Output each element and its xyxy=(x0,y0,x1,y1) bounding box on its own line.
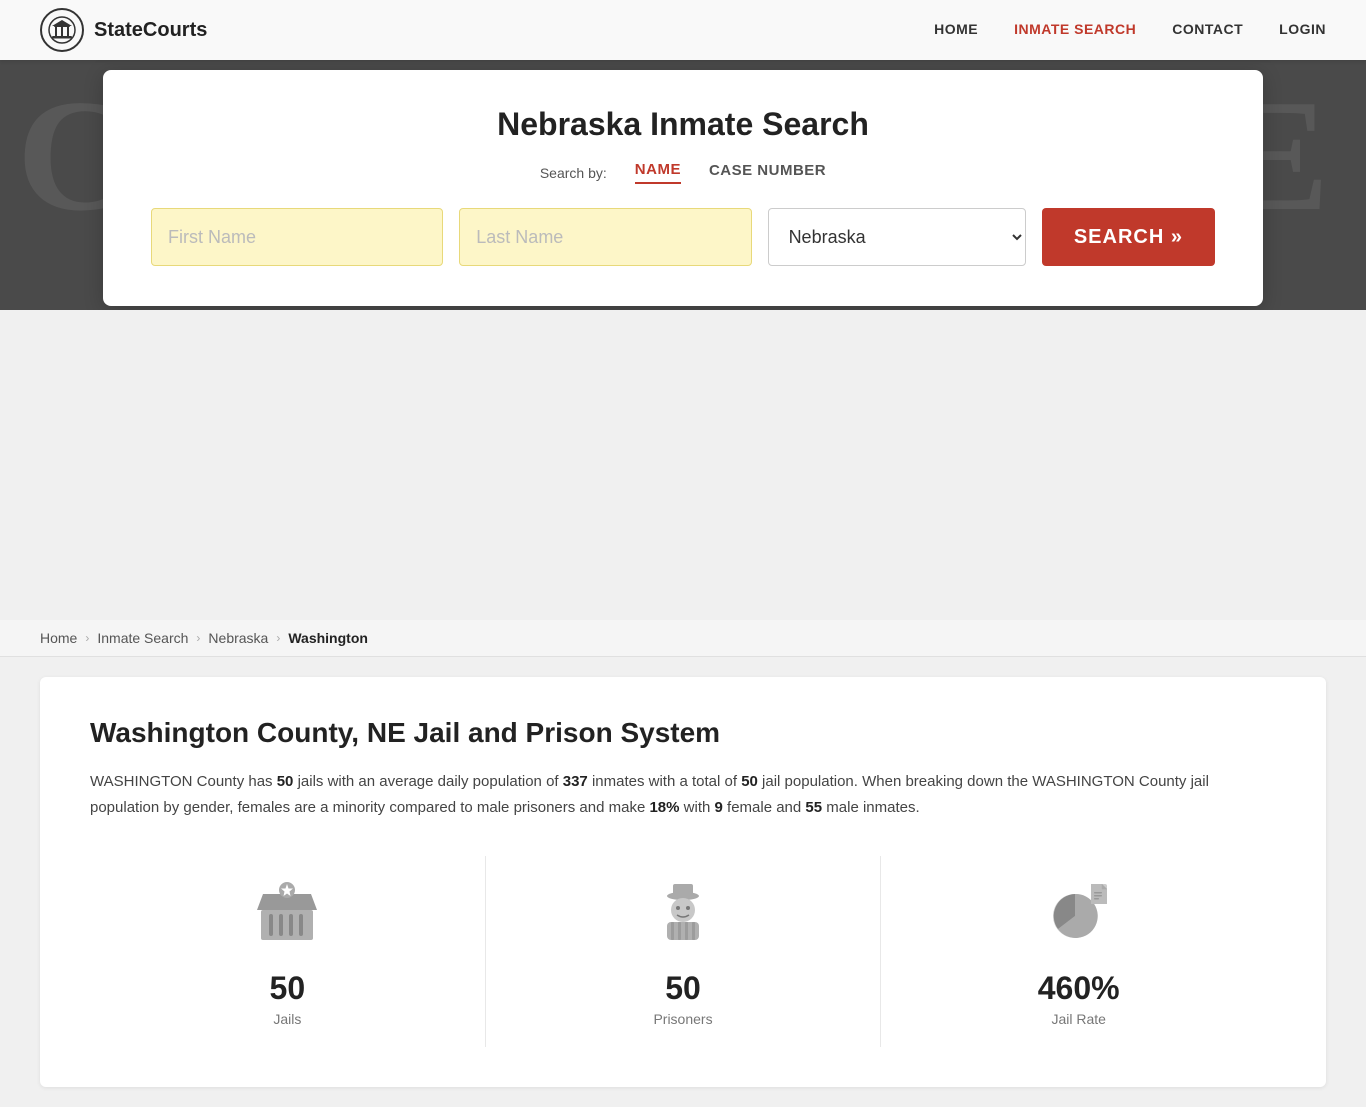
navbar: StateCourts HOME INMATE SEARCH CONTACT L… xyxy=(0,0,1366,60)
pie-chart-icon xyxy=(1043,876,1115,958)
breadcrumb-nebraska[interactable]: Nebraska xyxy=(208,630,268,646)
county-description: WASHINGTON County has 50 jails with an a… xyxy=(90,769,1276,820)
nav-item-home[interactable]: HOME xyxy=(934,21,978,39)
tab-name[interactable]: NAME xyxy=(635,161,681,184)
breadcrumb-sep-3: › xyxy=(276,631,280,645)
search-card-title: Nebraska Inmate Search xyxy=(151,106,1215,143)
stat-jails-number: 50 xyxy=(270,970,306,1007)
county-title: Washington County, NE Jail and Prison Sy… xyxy=(90,717,1276,749)
stat-jail-rate-number: 460% xyxy=(1038,970,1120,1007)
hero-section: COURTHOUSE StateCourts HOME xyxy=(0,0,1366,310)
stat-prisoners-number: 50 xyxy=(665,970,701,1007)
tab-case-number[interactable]: CASE NUMBER xyxy=(709,162,826,183)
search-inputs-row: Nebraska Alabama Alaska Arizona Arkansas… xyxy=(151,208,1215,266)
breadcrumb-sep-1: › xyxy=(85,631,89,645)
logo-icon xyxy=(40,8,84,52)
search-by-row: Search by: NAME CASE NUMBER xyxy=(151,161,1215,184)
nav-item-contact[interactable]: CONTACT xyxy=(1172,21,1243,39)
logo-text: StateCourts xyxy=(94,19,207,42)
nav-link-contact[interactable]: CONTACT xyxy=(1172,21,1243,37)
breadcrumb-home[interactable]: Home xyxy=(40,630,77,646)
search-card: Nebraska Inmate Search Search by: NAME C… xyxy=(103,70,1263,306)
search-button[interactable]: SEARCH » xyxy=(1042,208,1215,266)
nav-item-inmate-search[interactable]: INMATE SEARCH xyxy=(1014,21,1136,39)
nav-item-login[interactable]: LOGIN xyxy=(1279,21,1326,39)
nav-links: HOME INMATE SEARCH CONTACT LOGIN xyxy=(934,21,1326,39)
nav-link-inmate-search[interactable]: INMATE SEARCH xyxy=(1014,21,1136,37)
main-content: Washington County, NE Jail and Prison Sy… xyxy=(40,677,1326,1087)
prisoner-icon xyxy=(647,876,719,958)
breadcrumb-inmate-search[interactable]: Inmate Search xyxy=(97,630,188,646)
state-select-wrap: Nebraska Alabama Alaska Arizona Arkansas… xyxy=(768,208,1026,266)
nav-link-login[interactable]: LOGIN xyxy=(1279,21,1326,37)
stat-prisoners: 50 Prisoners xyxy=(486,856,882,1047)
first-name-input[interactable] xyxy=(151,208,443,266)
breadcrumb-sep-2: › xyxy=(196,631,200,645)
stat-jail-rate-label: Jail Rate xyxy=(1051,1011,1105,1027)
stat-prisoners-label: Prisoners xyxy=(653,1011,712,1027)
stat-jail-rate: 460% Jail Rate xyxy=(881,856,1276,1047)
nav-link-home[interactable]: HOME xyxy=(934,21,978,37)
site-logo[interactable]: StateCourts xyxy=(40,8,207,52)
state-select[interactable]: Nebraska Alabama Alaska Arizona Arkansas… xyxy=(768,208,1026,266)
stat-jails-label: Jails xyxy=(273,1011,301,1027)
stats-row: 50 Jails xyxy=(90,856,1276,1047)
jail-icon xyxy=(251,876,323,958)
breadcrumb: Home › Inmate Search › Nebraska › Washin… xyxy=(0,620,1366,657)
search-by-label: Search by: xyxy=(540,165,607,181)
stat-jails: 50 Jails xyxy=(90,856,486,1047)
breadcrumb-current: Washington xyxy=(288,630,368,646)
last-name-input[interactable] xyxy=(459,208,751,266)
